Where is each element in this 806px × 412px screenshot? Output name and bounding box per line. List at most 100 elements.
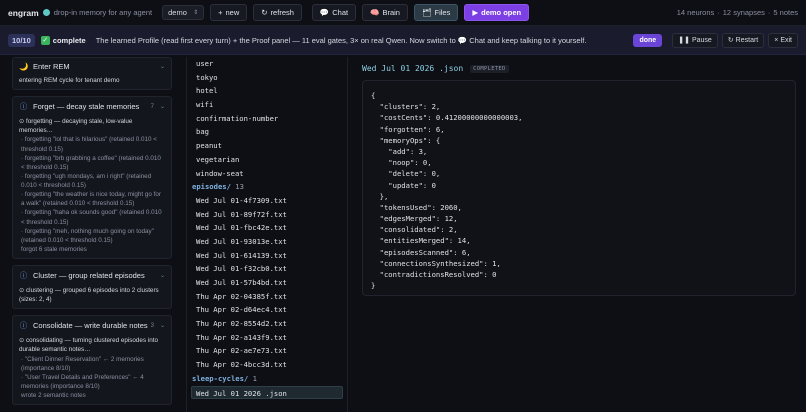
log-line: · forgetting "meh, nothing much going on… [21,227,154,244]
viewer-header: Wed Jul 01 2026 .json COMPLETED [362,64,509,73]
episode-file-item[interactable]: Wed Jul 01-57b4bd.txt [187,276,347,290]
scrollbar[interactable] [801,57,806,412]
sleep-cycles-folder[interactable]: sleep-cycles/ 1 [187,372,347,386]
episode-file-item[interactable]: Thu Apr 02-8554d2.txt [187,317,347,331]
tab-files[interactable]: 🗂 Files [413,4,459,21]
step-header[interactable]: 🌙 Enter REM ⌄ [19,62,165,71]
log-line: ⊙ consolidating — turning clustered epis… [19,337,158,354]
step-count: 3 [150,322,154,329]
json-line: "edgesMerged": 12, [371,214,458,224]
episode-file-item[interactable]: Wed Jul 01-4f7309.txt [187,194,347,208]
step-log: ⊙ consolidating — turning clustered epis… [19,336,165,400]
profile-file-item[interactable]: bag [187,125,347,139]
episode-file-item[interactable]: Thu Apr 02-ae7e73.txt [187,344,347,358]
tab-brain[interactable]: 🧠 Brain [362,4,408,21]
episodes-folder[interactable]: episodes/ 13 [187,180,347,194]
json-line: "entitiesMerged": 14, [371,236,471,246]
tab-chat[interactable]: 💬 Chat [311,4,357,21]
plus-icon: + [218,8,223,17]
pause-icon: ❚❚ [678,37,690,44]
episode-file-item[interactable]: Wed Jul 01-f32cb0.txt [187,262,347,276]
new-button[interactable]: + new [210,4,248,21]
step-card[interactable]: ⓘ Forget — decay stale memories 7 ⌄ ⊙ forget… [12,96,172,259]
demo-open-label: demo open [481,8,522,17]
episode-file-item[interactable]: Wed Jul 01-89f72f.txt [187,208,347,222]
episode-file-item[interactable]: Thu Apr 02-a143f9.txt [187,331,347,345]
notice-text: The learned Profile (read first every tu… [95,35,587,45]
log-line: forgot 6 stale memories [21,245,87,253]
info-circle-icon: ⓘ [19,102,28,112]
restart-icon: ↻ [727,37,734,44]
log-line: · forgetting "haha ok sounds good" (reta… [21,209,162,226]
demo-open-button[interactable]: ▶ demo open [464,4,530,21]
tab-files-label: Files [434,8,451,17]
step-header[interactable]: ⓘ Forget — decay stale memories 7 ⌄ [19,101,165,112]
profile-file-item[interactable]: wifi [187,98,347,112]
restart-button[interactable]: ↻ Restart [721,32,765,48]
episode-file-item[interactable]: Thu Apr 02-4bcc3d.txt [187,358,347,372]
step-header[interactable]: ⓘ Consolidate — write durable notes 3 ⌄ [19,320,165,331]
profile-file-item[interactable]: window-seat [187,167,347,181]
step-header[interactable]: ⓘ Cluster — group related episodes ⌄ [19,270,165,281]
episode-file-item[interactable]: Thu Apr 02-d64ec4.txt [187,303,347,317]
graph-stats: 14 neurons · 12 synapses · 5 notes [676,8,798,17]
json-line: "episodesScanned": 6, [371,247,471,257]
tab-brain-label: Brain [382,8,400,17]
rem-steps-panel: 🌙 Enter REM ⌄ entering REM cycle for tenant… [12,57,172,412]
json-line: "memoryOps": { [371,135,441,145]
chevron-down-icon[interactable]: ⌄ [160,103,165,110]
json-line: "contradictionsResolved": 0 [371,270,497,279]
file-viewer: Wed Jul 01 2026 .json COMPLETED { "clust… [350,57,806,412]
step-card[interactable]: ⓘ Consolidate — write durable notes 3 ⌄ ⊙ co… [12,315,172,406]
new-button-label: new [225,8,240,17]
chat-bubble-icon: 💬 [319,8,330,17]
json-line: "update": 0 [371,180,436,190]
profile-file-item[interactable]: user [187,57,347,71]
pause-label: Pause [691,36,712,44]
refresh-button[interactable]: ↻ refresh [253,4,302,21]
json-line: "tokensUsed": 2060, [371,202,462,212]
step-card[interactable]: 🌙 Enter REM ⌄ entering REM cycle for tenant… [12,57,172,91]
profile-file-item[interactable]: vegetarian [187,153,347,167]
episode-file-item[interactable]: Wed Jul 01-93013e.txt [187,235,347,249]
episode-file-item[interactable]: Wed Jul 01-614139.txt [187,249,347,263]
sleep-cycle-file-item[interactable]: Wed Jul 01 2026 .json [191,385,343,400]
refresh-icon: ↻ [261,8,268,17]
profile-file-item[interactable]: tokyo [187,71,347,85]
json-line: "clusters": 2, [371,102,441,112]
episode-file-item[interactable]: Wed Jul 01-fbc42e.txt [187,221,347,235]
demo-notice-bar: 10/10 ✓ complete The learned Profile (re… [0,26,806,55]
episode-file-item[interactable]: Thu Apr 02-04385f.txt [187,290,347,304]
log-line: wrote 2 semantic notes [21,392,86,399]
json-line: } [371,281,376,291]
chevron-down-icon[interactable]: ⌄ [160,322,165,329]
log-line: · forgetting "brb grabbing a coffee" (re… [21,154,161,171]
viewer-filename: Wed Jul 01 2026 .json [362,64,464,73]
pause-button[interactable]: ❚❚ Pause [672,32,718,48]
tenant-select[interactable]: demo ⇕ [162,5,205,20]
up-down-chevron-icon: ⇕ [193,10,199,16]
json-line: "consolidated": 2, [371,225,458,235]
profile-file-item[interactable]: hotel [187,84,347,98]
profile-file-item[interactable]: confirmation-number [187,112,347,126]
done-badge: done [633,33,663,47]
step-title: Consolidate — write durable notes [33,321,148,331]
json-line: { [371,91,376,100]
synapses-count: 12 synapses [722,8,765,17]
info-circle-icon: ⓘ [19,321,28,331]
log-line: · forgetting "ugh mondays, am i right" (… [21,172,152,189]
app-tagline: drop-in memory for any agent [53,8,153,17]
chevron-down-icon[interactable]: ⌄ [160,272,165,279]
step-card[interactable]: ⓘ Cluster — group related episodes ⌄ ⊙ clus… [12,265,172,310]
chevron-down-icon[interactable]: ⌄ [160,63,165,70]
notes-count: 5 notes [773,8,798,17]
step-log: ⊙ clustering — grouped 6 episodes into 2… [19,286,165,304]
exit-button[interactable]: × Exit [768,32,798,48]
json-line: "add": 3, [371,146,428,156]
step-title: Cluster — group related episodes [33,271,145,280]
info-circle-icon: ⓘ [19,271,28,280]
check-icon: ✓ [40,35,50,45]
tab-chat-label: Chat [332,8,349,17]
profile-file-item[interactable]: peanut [187,139,347,153]
log-line: ⊙ clustering — grouped 6 episodes into 2… [19,287,159,304]
